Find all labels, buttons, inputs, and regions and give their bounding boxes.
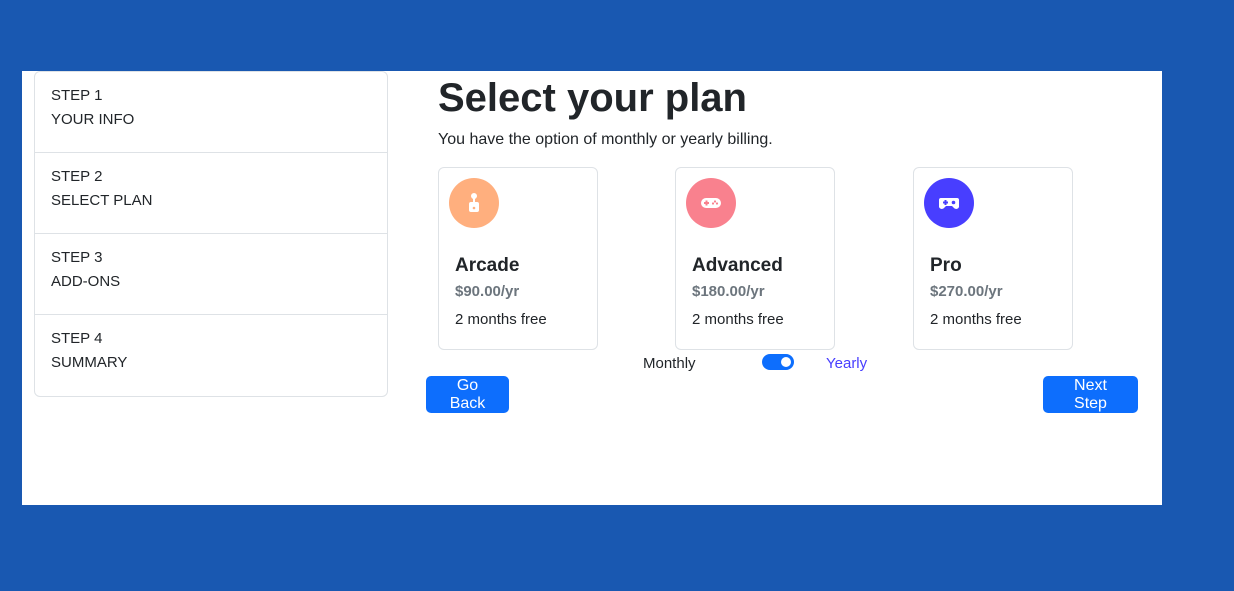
steps-list: STEP 1 YOUR INFO STEP 2 SELECT PLAN STEP… — [34, 71, 388, 397]
step-item-select-plan[interactable]: STEP 2 SELECT PLAN — [35, 153, 387, 234]
step-item-add-ons[interactable]: STEP 3 ADD-ONS — [35, 234, 387, 315]
plan-card-advanced[interactable]: Advanced $180.00/yr 2 months free — [675, 167, 835, 350]
step-number: STEP 2 — [51, 168, 103, 185]
billing-toggle-row: Monthly Yearly — [426, 352, 1162, 374]
toggle-knob — [781, 357, 791, 367]
page-title: Select your plan — [438, 76, 747, 120]
step-item-your-info[interactable]: STEP 1 YOUR INFO — [35, 72, 387, 153]
go-back-button[interactable]: Go Back — [426, 376, 509, 413]
step-label: YOUR INFO — [51, 111, 135, 128]
step-label: ADD-ONS — [51, 273, 121, 290]
plan-name: Arcade — [455, 255, 520, 276]
plan-price: $90.00/yr — [455, 283, 520, 300]
joystick-icon — [449, 178, 499, 228]
form-card: STEP 1 YOUR INFO STEP 2 SELECT PLAN STEP… — [22, 71, 1162, 505]
step-label: SELECT PLAN — [51, 192, 153, 209]
step-label: SUMMARY — [51, 354, 128, 371]
step-number: STEP 1 — [51, 87, 103, 104]
yearly-label[interactable]: Yearly — [826, 354, 867, 374]
plan-price: $270.00/yr — [930, 283, 1003, 300]
step-number: STEP 3 — [51, 249, 103, 266]
plan-promo: 2 months free — [930, 311, 1022, 328]
step-item-summary[interactable]: STEP 4 SUMMARY — [35, 315, 387, 396]
plan-promo: 2 months free — [692, 311, 784, 328]
step-number: STEP 4 — [51, 330, 103, 347]
billing-toggle-switch[interactable] — [762, 354, 794, 370]
plan-promo: 2 months free — [455, 311, 547, 328]
gamepad-icon — [686, 178, 736, 228]
plan-name: Pro — [930, 255, 962, 276]
page-subtitle: You have the option of monthly or yearly… — [438, 131, 773, 148]
plan-card-arcade[interactable]: Arcade $90.00/yr 2 months free — [438, 167, 598, 350]
controller-icon — [924, 178, 974, 228]
next-step-button[interactable]: Next Step — [1043, 376, 1138, 413]
plan-name: Advanced — [692, 255, 783, 276]
plan-price: $180.00/yr — [692, 283, 765, 300]
monthly-label[interactable]: Monthly — [643, 354, 696, 374]
plan-card-pro[interactable]: Pro $270.00/yr 2 months free — [913, 167, 1073, 350]
plan-selection-section: Select your plan You have the option of … — [426, 71, 1162, 505]
